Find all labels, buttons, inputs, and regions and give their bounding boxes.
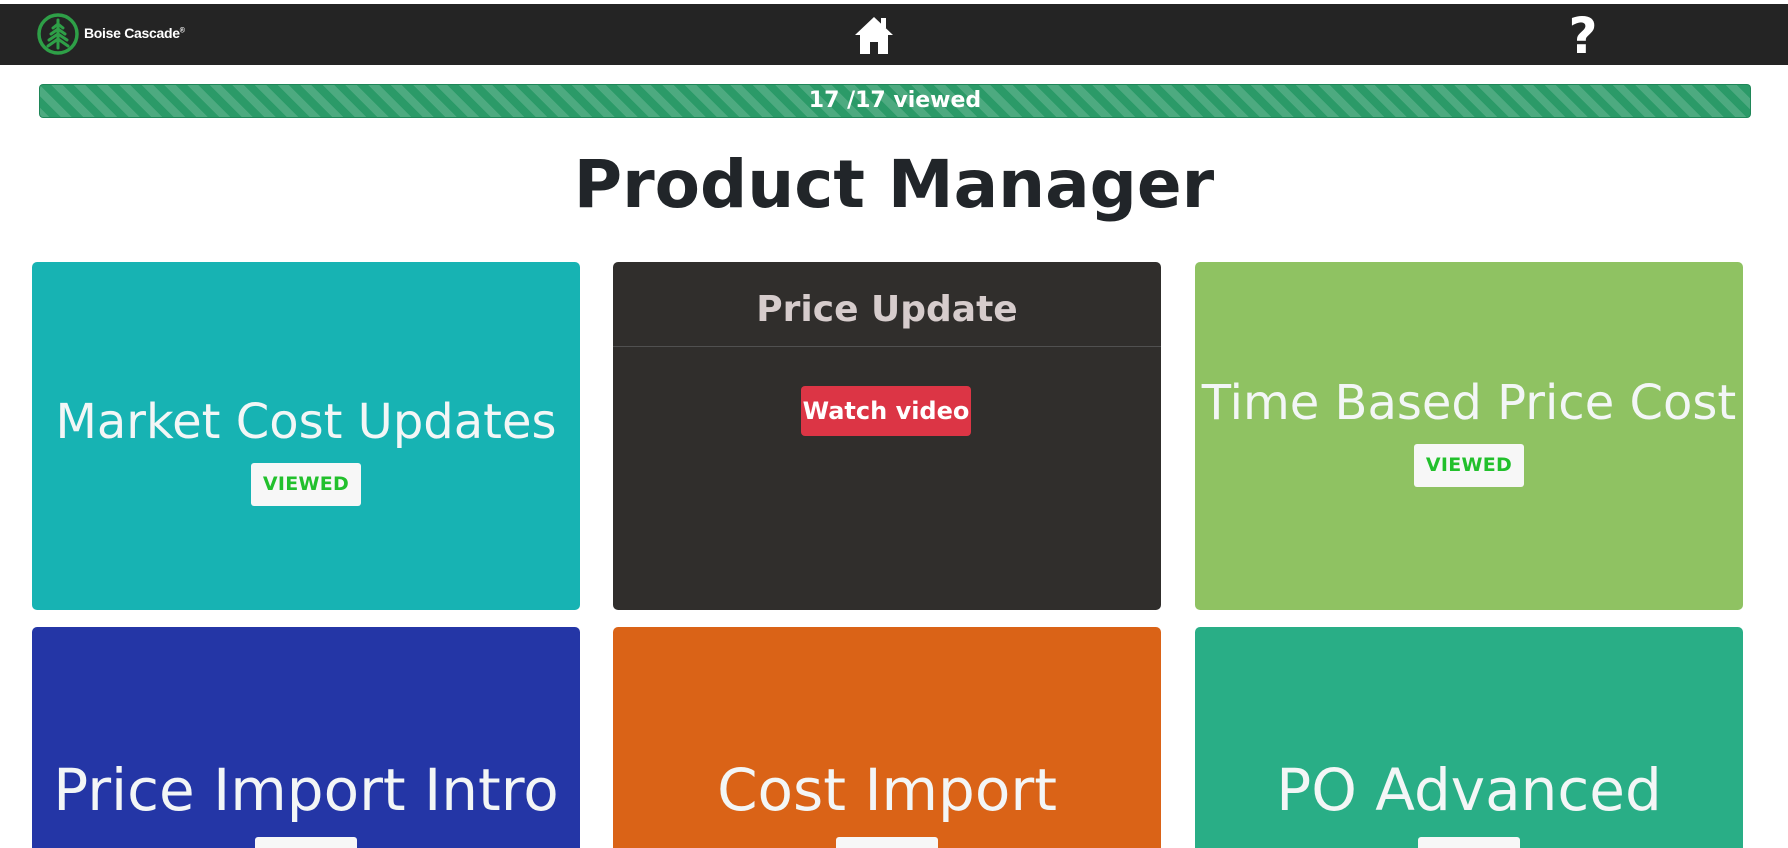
- brand-name: Boise Cascade®: [84, 25, 185, 41]
- card-title: PO Advanced: [1276, 756, 1662, 824]
- progress-bar: 17 /17 viewed: [39, 84, 1751, 118]
- viewed-badge: [255, 837, 357, 848]
- card-body: Cost Import: [613, 755, 1161, 848]
- card-header: Price Update: [613, 262, 1161, 347]
- card-body: PO Advanced: [1195, 755, 1743, 848]
- tree-logo-icon: [37, 13, 79, 55]
- card-cost-import[interactable]: Cost Import: [613, 627, 1161, 848]
- card-title: Cost Import: [717, 756, 1057, 824]
- home-icon[interactable]: [853, 14, 895, 58]
- card-body: Time Based Price Cost VIEWED: [1195, 374, 1743, 487]
- card-po-advanced[interactable]: PO Advanced: [1195, 627, 1743, 848]
- card-title: Market Cost Updates: [55, 394, 557, 450]
- card-time-based-price-cost[interactable]: Time Based Price Cost VIEWED: [1195, 262, 1743, 610]
- registered-mark: ®: [179, 27, 185, 35]
- card-body: Market Cost Updates VIEWED: [32, 393, 580, 506]
- page-title: Product Manager: [573, 146, 1215, 223]
- card-title: Time Based Price Cost: [1201, 375, 1737, 431]
- navbar: Boise Cascade® ?: [0, 4, 1788, 65]
- brand-logo[interactable]: Boise Cascade®: [36, 10, 185, 58]
- help-icon[interactable]: ?: [1560, 11, 1606, 61]
- brand-name-text: Boise Cascade: [84, 25, 180, 41]
- viewed-badge: VIEWED: [250, 463, 362, 506]
- card-title: Price Import Intro: [53, 756, 559, 824]
- viewed-badge: [836, 837, 938, 848]
- card-body: Price Import Intro: [32, 755, 580, 848]
- viewed-badge: [1418, 837, 1520, 848]
- watch-video-button[interactable]: Watch video: [801, 386, 971, 436]
- viewed-badge: VIEWED: [1413, 444, 1525, 487]
- progress-label: 17 /17 viewed: [808, 88, 982, 113]
- card-market-cost-updates[interactable]: Market Cost Updates VIEWED: [32, 262, 580, 610]
- card-price-update[interactable]: Price Update Watch video: [613, 262, 1161, 610]
- card-price-import-intro[interactable]: Price Import Intro: [32, 627, 580, 848]
